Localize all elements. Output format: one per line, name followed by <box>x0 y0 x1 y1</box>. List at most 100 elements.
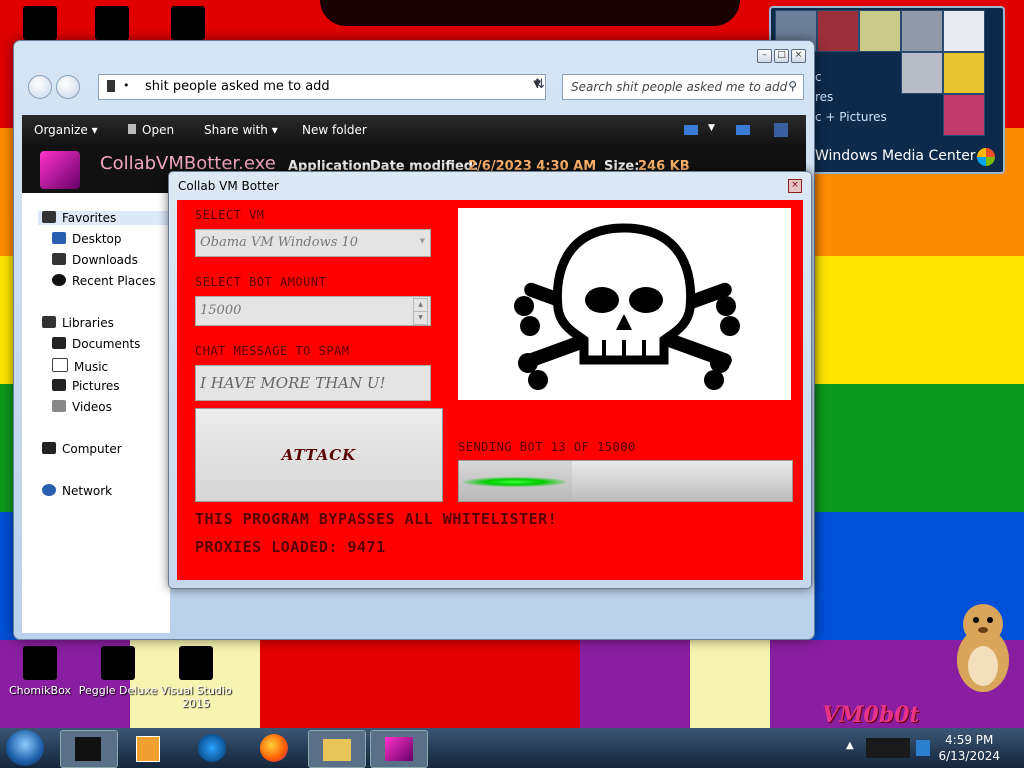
botter-app-icon <box>385 737 413 761</box>
star-icon <box>42 211 56 223</box>
media-center-line: c <box>815 70 822 84</box>
caption-buttons: – □ × <box>757 49 806 63</box>
start-button[interactable] <box>6 730 44 766</box>
bot-amount-stepper[interactable]: 15000 ▲ ▼ <box>195 296 431 326</box>
taskbar: ▲ 4:59 PM 6/13/2024 <box>0 728 1024 768</box>
taskbar-app-1[interactable] <box>60 730 118 768</box>
media-tile <box>943 10 985 52</box>
bot-amount-value: 15000 <box>200 303 242 318</box>
maximize-button[interactable]: □ <box>774 49 789 63</box>
volume-tray-icon[interactable] <box>916 740 930 756</box>
minimize-button[interactable]: – <box>757 49 772 63</box>
app-icon <box>75 737 101 761</box>
new-folder-button[interactable]: New folder <box>302 123 367 137</box>
select-vm-dropdown[interactable]: Obama VM Windows 10 ▼ <box>195 229 431 257</box>
firefox-icon <box>260 734 288 762</box>
nav-label: Downloads <box>72 253 138 267</box>
desktop-icon-chomikbox[interactable]: ChomikBox <box>0 646 80 697</box>
recent-places-icon <box>52 274 66 286</box>
proxies-loaded-text: PROXIES LOADED: 9471 <box>195 538 386 556</box>
taskbar-firefox[interactable] <box>246 730 302 766</box>
media-center-line: res <box>815 90 834 104</box>
taskbar-media-player[interactable] <box>122 730 178 766</box>
folder-icon <box>323 739 351 761</box>
network-tray-icon[interactable] <box>866 738 910 758</box>
explorer-navbar: • shit people asked me to add ▼ ⇅ Search… <box>14 63 814 107</box>
share-with-button[interactable]: Share with ▾ <box>204 123 278 137</box>
music-icon <box>52 358 68 372</box>
nav-label: Recent Places <box>72 274 156 288</box>
search-box[interactable]: Search shit people asked me to add ⚲ <box>562 74 804 100</box>
nav-label: Documents <box>72 337 141 351</box>
nav-desktop[interactable]: Desktop <box>52 232 122 246</box>
app-icon <box>95 6 129 40</box>
chat-message-input[interactable]: I HAVE MORE THAN U! <box>195 365 431 401</box>
select-vm-label: SELECT VM <box>195 208 265 222</box>
select-vm-value: Obama VM Windows 10 <box>200 235 359 250</box>
address-text: shit people asked me to add <box>145 79 330 94</box>
desktop-icon-label: Peggle Deluxe <box>78 684 158 697</box>
taskbar-globe[interactable] <box>184 730 240 766</box>
nav-label: Pictures <box>72 379 120 393</box>
close-button[interactable]: × <box>791 49 806 63</box>
documents-icon <box>52 337 66 349</box>
chat-message-value: I HAVE MORE THAN U! <box>200 374 386 392</box>
collab-vm-botter-window[interactable]: Collab VM Botter × SELECT VM Obama VM Wi… <box>168 171 812 589</box>
botter-body: SELECT VM Obama VM Windows 10 ▼ SELECT B… <box>177 200 803 580</box>
view-icon[interactable] <box>684 125 698 135</box>
nav-label: Music <box>74 360 109 374</box>
breadcrumb-separator-icon: • <box>123 79 130 92</box>
nav-label: Libraries <box>62 316 114 330</box>
desktop-icon-peggle[interactable]: Peggle Deluxe <box>78 646 158 697</box>
close-button[interactable]: × <box>788 179 802 193</box>
globe-icon <box>198 734 226 762</box>
stepper-up-icon[interactable]: ▲ <box>413 298 428 312</box>
nav-label: Computer <box>62 442 122 456</box>
downloads-icon <box>52 253 66 265</box>
sending-progress-bar <box>458 460 793 502</box>
nav-label: Favorites <box>62 211 117 225</box>
nav-computer[interactable]: Computer <box>42 442 122 456</box>
clock[interactable]: 4:59 PM 6/13/2024 <box>938 732 1000 764</box>
address-bar[interactable]: • shit people asked me to add ▼ <box>98 74 546 100</box>
attack-button[interactable]: ATTACK <box>195 408 443 502</box>
media-tile <box>901 52 943 94</box>
nav-documents[interactable]: Documents <box>52 337 140 351</box>
nav-downloads[interactable]: Downloads <box>52 253 138 267</box>
nav-pictures[interactable]: Pictures <box>52 379 120 393</box>
clock-date: 6/13/2024 <box>938 749 1000 763</box>
chat-message-label: CHAT MESSAGE TO SPAM <box>195 344 350 358</box>
taskbar-explorer[interactable] <box>308 730 366 768</box>
nav-libraries[interactable]: Libraries <box>42 316 114 330</box>
wallpaper-dark-top <box>320 0 740 26</box>
media-player-icon <box>136 736 160 762</box>
back-button[interactable] <box>28 75 52 99</box>
taskbar-botter[interactable] <box>370 730 428 768</box>
visual-studio-icon <box>179 646 213 680</box>
peggle-icon <box>101 646 135 680</box>
clock-time: 4:59 PM <box>945 733 994 747</box>
help-icon[interactable] <box>774 123 788 137</box>
desktop-icon-top-1[interactable] <box>0 6 80 44</box>
desktop-icon-top-2[interactable] <box>72 6 152 44</box>
hamster-gadget <box>952 598 1014 694</box>
nav-music[interactable]: Music <box>52 358 108 374</box>
preview-pane-icon[interactable] <box>736 125 750 135</box>
nav-label: Videos <box>72 400 112 414</box>
open-button[interactable]: Open <box>128 123 174 137</box>
media-center-line: c + Pictures <box>815 110 887 124</box>
view-dropdown-icon[interactable]: ▼ <box>708 123 715 133</box>
bot-amount-label: SELECT BOT AMOUNT <box>195 275 327 289</box>
refresh-icon[interactable]: ⇅ <box>534 77 545 92</box>
nav-videos[interactable]: Videos <box>52 400 112 414</box>
forward-button[interactable] <box>56 75 80 99</box>
nav-favorites[interactable]: Favorites <box>38 211 170 225</box>
nav-network[interactable]: Network <box>42 484 112 498</box>
computer-icon <box>42 442 56 454</box>
desktop-icon-top-3[interactable] <box>148 6 228 44</box>
stepper-down-icon[interactable]: ▼ <box>413 311 428 325</box>
show-hidden-icons[interactable]: ▲ <box>846 740 854 751</box>
nav-recent-places[interactable]: Recent Places <box>52 274 155 288</box>
organize-button[interactable]: Organize ▾ <box>34 123 98 137</box>
desktop-icon-visualstudio[interactable]: Visual Studio 2015 <box>156 646 236 710</box>
